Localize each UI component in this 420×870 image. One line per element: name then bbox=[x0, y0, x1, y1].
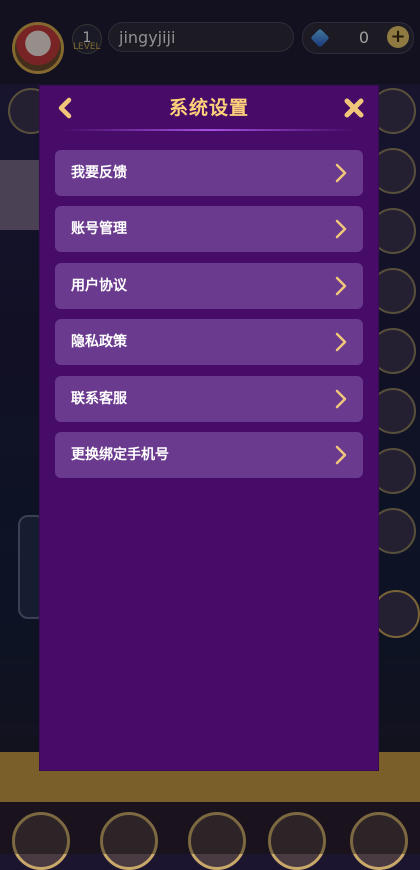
menu-item-label: 我要反馈 bbox=[71, 165, 127, 181]
close-icon[interactable] bbox=[340, 94, 368, 122]
menu-item-label: 隐私政策 bbox=[71, 334, 127, 350]
menu-item-change-phone[interactable]: 更换绑定手机号 bbox=[55, 432, 363, 478]
menu-item-label: 账号管理 bbox=[71, 221, 127, 237]
chevron-right-icon bbox=[335, 332, 347, 352]
chevron-right-icon bbox=[335, 276, 347, 296]
menu-item-account[interactable]: 账号管理 bbox=[55, 206, 363, 252]
chevron-right-icon bbox=[335, 445, 347, 465]
chevron-right-icon bbox=[335, 219, 347, 239]
menu-item-privacy[interactable]: 隐私政策 bbox=[55, 319, 363, 365]
header-divider bbox=[60, 129, 358, 131]
chevron-right-icon bbox=[335, 389, 347, 409]
menu-item-feedback[interactable]: 我要反馈 bbox=[55, 150, 363, 196]
settings-dialog: 系统设置 我要反馈 账号管理 用户协议 隐私政策 联系客服 更换绑定手机号 bbox=[40, 86, 378, 770]
dialog-title: 系统设置 bbox=[168, 97, 249, 119]
menu-item-label: 更换绑定手机号 bbox=[71, 447, 169, 463]
menu-item-label: 用户协议 bbox=[71, 278, 127, 294]
dialog-header: 系统设置 bbox=[40, 86, 378, 130]
menu-item-contact-support[interactable]: 联系客服 bbox=[55, 376, 363, 422]
chevron-right-icon bbox=[335, 163, 347, 183]
menu-item-user-agreement[interactable]: 用户协议 bbox=[55, 263, 363, 309]
menu-item-label: 联系客服 bbox=[71, 391, 127, 407]
